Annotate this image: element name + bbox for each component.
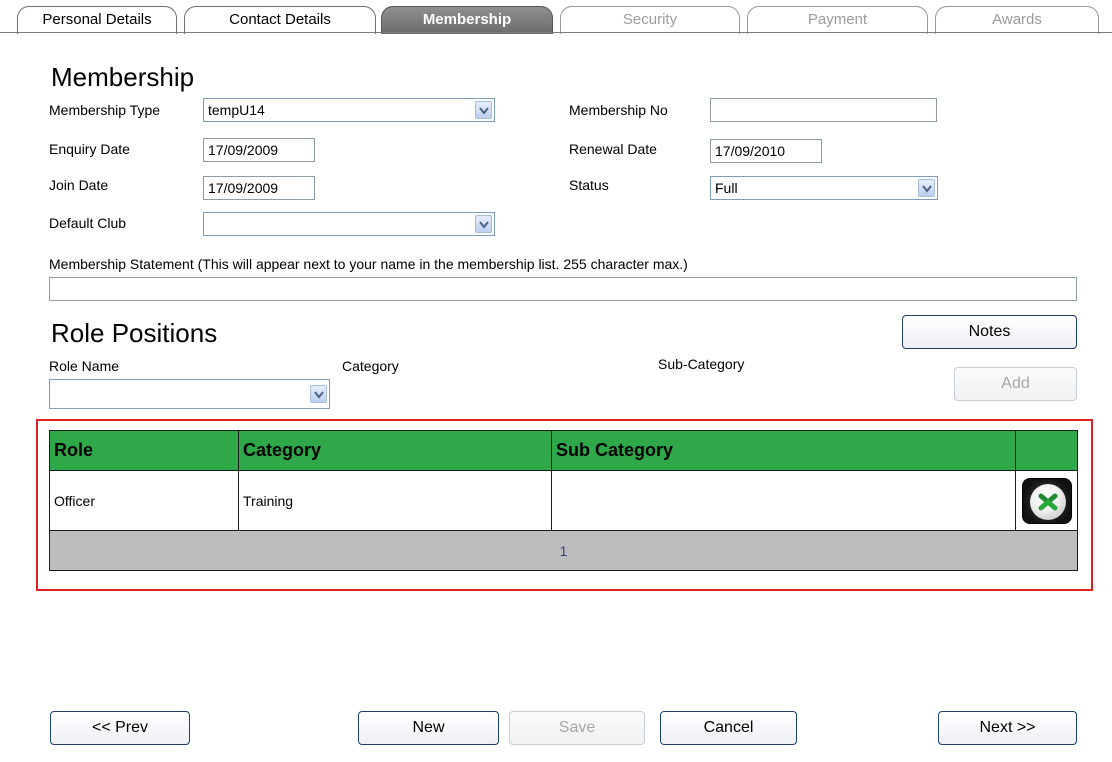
renewal-date-label: Renewal Date (569, 141, 657, 157)
join-date-field[interactable]: 17/09/2009 (203, 176, 315, 200)
membership-no-field[interactable] (710, 98, 937, 122)
enquiry-date-label: Enquiry Date (49, 141, 130, 157)
default-club-label: Default Club (49, 215, 127, 231)
tab-bar: Personal Details Contact Details Members… (0, 0, 1112, 34)
notes-button[interactable]: Notes (902, 315, 1077, 349)
next-button[interactable]: Next >> (938, 711, 1077, 745)
delete-row-button[interactable] (1021, 477, 1072, 524)
page-number[interactable]: 1 (49, 530, 1078, 571)
table-row: Officer Training (49, 470, 1078, 531)
membership-statement-field[interactable] (49, 277, 1077, 301)
membership-type-label: Membership Type (49, 102, 161, 118)
tab-payment[interactable]: Payment (747, 6, 928, 34)
prev-button[interactable]: << Prev (50, 711, 190, 745)
tab-security[interactable]: Security (560, 6, 740, 34)
column-header-category[interactable]: Category (238, 430, 552, 471)
cell-actions (1015, 470, 1078, 531)
tab-personal-details[interactable]: Personal Details (17, 6, 177, 34)
tab-awards[interactable]: Awards (935, 6, 1099, 34)
column-header-sub-category[interactable]: Sub Category (551, 430, 1016, 471)
new-button[interactable]: New (358, 711, 499, 745)
pager-row: 1 (49, 530, 1078, 571)
tab-membership[interactable]: Membership (381, 6, 553, 34)
cell-sub-category (551, 470, 1016, 531)
chevron-down-icon[interactable] (918, 179, 935, 197)
membership-type-value: tempU14 (208, 102, 265, 118)
default-club-select[interactable] (203, 212, 495, 236)
status-value: Full (715, 180, 738, 196)
add-role-button[interactable]: Add (954, 367, 1077, 401)
cancel-button[interactable]: Cancel (660, 711, 797, 745)
delete-x-icon (1038, 493, 1057, 510)
table-header-row: Role Category Sub Category (49, 430, 1078, 471)
membership-title: Membership (51, 62, 195, 92)
column-header-actions (1015, 430, 1078, 471)
role-name-label: Role Name (49, 358, 120, 374)
membership-no-label: Membership No (569, 102, 668, 118)
membership-statement-label: Membership Statement (This will appear n… (49, 256, 688, 272)
column-header-role[interactable]: Role (49, 430, 239, 471)
save-button[interactable]: Save (509, 711, 645, 745)
join-date-label: Join Date (49, 177, 109, 193)
status-label: Status (569, 177, 609, 193)
enquiry-date-field[interactable]: 17/09/2009 (203, 138, 315, 162)
cell-role: Officer (49, 470, 239, 531)
roles-table: Role Category Sub Category Officer Train… (49, 430, 1078, 571)
renewal-date-field[interactable]: 17/09/2010 (710, 139, 822, 163)
status-select[interactable]: Full (710, 176, 938, 200)
tab-divider (0, 32, 1112, 33)
chevron-down-icon[interactable] (475, 215, 492, 233)
membership-type-select[interactable]: tempU14 (203, 98, 495, 122)
tab-contact-details[interactable]: Contact Details (184, 6, 376, 34)
chevron-down-icon[interactable] (475, 101, 492, 119)
chevron-down-icon[interactable] (310, 385, 327, 403)
role-positions-title: Role Positions (51, 318, 218, 348)
role-name-select[interactable] (49, 379, 330, 409)
sub-category-label: Sub-Category (658, 356, 745, 372)
category-label: Category (342, 358, 399, 374)
cell-category: Training (238, 470, 552, 531)
